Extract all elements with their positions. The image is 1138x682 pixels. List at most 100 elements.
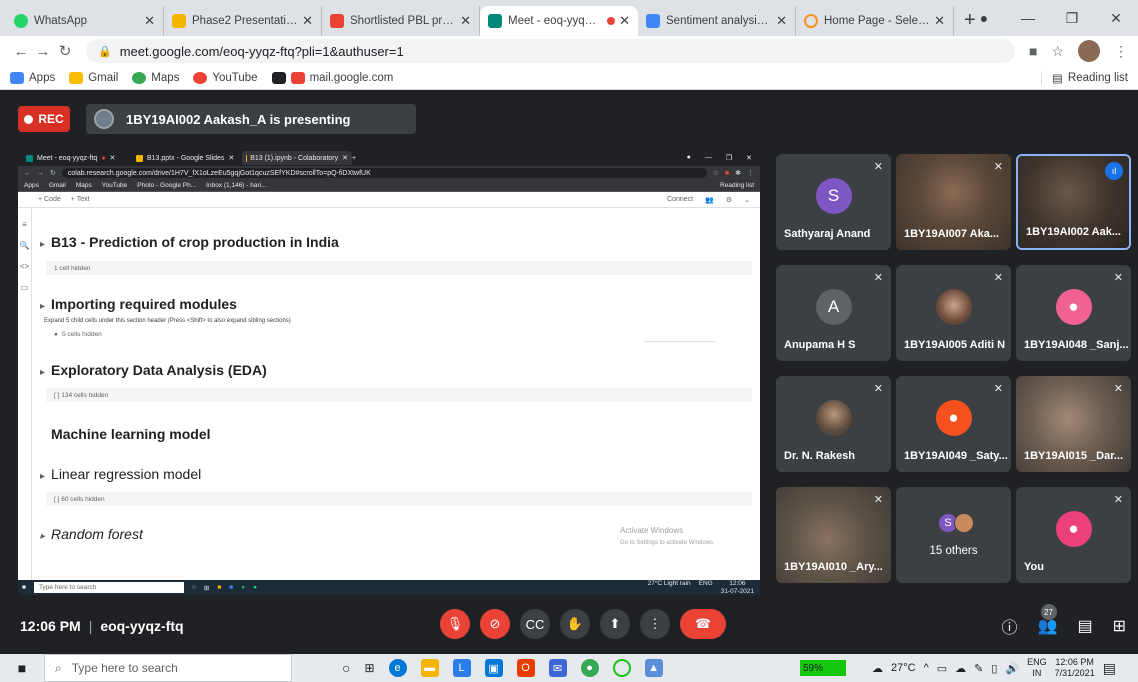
shared-date: 31-07-2021 [720,587,754,595]
mail-app-icon[interactable]: ✉ [548,659,567,677]
participant-tile[interactable]: ✕ 1BY19AI007 Aka... [896,154,1011,250]
bookmark-label: Maps [75,182,92,189]
close-icon[interactable]: ✕ [144,13,155,29]
notification-icon[interactable]: ▤ [1103,660,1116,677]
tab-search-icon[interactable]: ● [962,10,1006,26]
chevron-up-icon[interactable]: ^ [924,662,929,674]
file-explorer-icon[interactable]: ▬ [420,659,439,677]
minimize-icon: — [704,154,712,161]
profile-avatar[interactable] [1078,40,1100,62]
participant-tile-self[interactable]: ✕ ● You [1016,487,1131,583]
presenting-text: 1BY19AI002 Aakash_A is presenting [126,111,351,127]
chat-icon[interactable]: ▤ [1077,616,1092,636]
close-icon[interactable]: ✕ [776,13,787,29]
clock[interactable]: 12:06 PM 7/31/2021 [1055,657,1095,679]
launcher-icon[interactable]: L [452,659,471,677]
mic-toggle-button[interactable]: 🎙 [440,609,470,639]
tab-whatsapp[interactable]: WhatsApp ✕ [6,6,164,36]
maximize-icon[interactable]: ❐ [1050,10,1094,27]
address-bar: ← → ↻ 🔒 meet.google.com/eoq-yyqz-ftq?pli… [0,36,1138,66]
close-window-icon[interactable]: ✕ [1094,10,1138,27]
onedrive-icon[interactable]: ☁ [955,662,966,675]
language-indicator[interactable]: ENG IN [1027,657,1047,679]
url-input[interactable]: 🔒 meet.google.com/eoq-yyqz-ftq?pli=1&aut… [86,39,1015,63]
network-icon[interactable]: ▭ [937,662,947,675]
section-title: Linear regression model [51,466,202,482]
mic-off-icon: ✕ [873,161,883,173]
taskbar-search-input[interactable]: ⌕ Type here to search [44,654,292,682]
bookmark-gmail[interactable]: Gmail [69,71,118,84]
more-options-button[interactable]: ⋮ [640,609,670,639]
back-icon[interactable]: ← [10,43,32,60]
participant-tile[interactable]: ✕ 1BY19AI010 _Ary... [776,487,891,583]
bookmark-apps[interactable]: Apps [10,71,55,84]
present-button[interactable]: ⬆ [600,609,630,639]
tab-home[interactable]: Home Page - Select or crea ✕ [796,6,954,36]
leave-call-button[interactable]: ☎ [680,609,726,639]
windows-logo-icon[interactable]: ■ [0,660,44,676]
store-icon[interactable]: ▣ [484,659,503,677]
participant-name: 1BY19AI010 _Ary... [784,561,883,573]
close-icon[interactable]: ✕ [619,13,630,29]
bookmark-mail[interactable]: mail.google.com [271,71,393,84]
avatar: A [815,289,852,325]
chrome-icon[interactable]: ● [580,659,599,677]
pen-icon[interactable]: ✎ [974,662,983,675]
participant-tile[interactable]: ✕ 1BY19AI005 Aditi N [896,265,1011,361]
recording-badge[interactable]: REC [18,106,70,132]
participant-tile[interactable]: ✕ A Anupama H S [776,265,891,361]
forward-icon[interactable]: → [32,43,54,60]
recording-dot-icon: ● [101,154,106,162]
bookmark-star-icon[interactable]: ☆ [1051,43,1064,60]
close-icon[interactable]: ✕ [460,13,471,29]
battery-icon[interactable]: ▯ [991,662,997,675]
bookmark-youtube[interactable]: YouTube [193,71,258,84]
captions-button[interactable]: CC [520,609,550,639]
participant-tile[interactable]: ✕ ● 1BY19AI049 _Saty... [896,376,1011,472]
participant-name: Sathyaraj Anand [784,228,871,240]
tab-drive[interactable]: Sentiment analysis - Google ✕ [638,6,796,36]
mic-off-icon: ✕ [993,161,1003,173]
tab-gmail[interactable]: Shortlisted PBL projects - 1 ✕ [322,6,480,36]
whatsapp-icon [14,14,28,28]
bookmark-maps[interactable]: Maps [132,71,179,84]
camera-icon[interactable]: ■ [1029,43,1037,59]
mic-off-icon: ✕ [873,494,883,506]
close-icon[interactable]: ✕ [934,13,945,29]
battery-indicator[interactable]: 59% [800,660,846,676]
tab-slides[interactable]: Phase2 Presentation Grp 10 ✕ [164,6,322,36]
participant-tile[interactable]: ✕ S Sathyaraj Anand [776,154,891,250]
reading-list-button[interactable]: ▤ Reading list [1041,70,1128,85]
office-icon[interactable]: O [516,659,535,677]
participant-tile[interactable]: ✕ ● 1BY19AI048 _Sanj... [1016,265,1131,361]
participant-tile[interactable]: ✕ 1BY19AI015 _Dar... [1016,376,1131,472]
shared-tab-label: B13.pptx - Google Slides [147,154,225,162]
menu-icon[interactable]: ⋮ [1114,43,1128,60]
task-view-icon[interactable]: ⊞ [364,661,374,675]
participant-tile-others[interactable]: S 15 others [896,487,1011,583]
battery-text: 59% [803,662,824,674]
camera-off-icon: ⊘ [489,616,501,631]
photos-icon[interactable]: ▲ [644,659,663,677]
info-icon[interactable]: ⓘ [1002,614,1018,638]
camera-toggle-button[interactable]: ⊘ [480,609,510,639]
tab-meet[interactable]: Meet - eoq-yyqz-ftq ✕ [480,6,638,36]
activate-windows-title: Activate Windows [620,526,684,535]
weather-icon[interactable]: ☁ [872,662,883,675]
edge-icon[interactable]: e [388,659,407,677]
region-code: IN [1032,668,1042,678]
section-title: Importing required modules [51,296,237,312]
reload-icon[interactable]: ↻ [54,42,76,60]
raise-hand-button[interactable]: ✋ [560,609,590,639]
people-icon: 👥 [705,196,714,204]
minimize-icon[interactable]: — [1006,10,1050,26]
circle-app-icon[interactable] [612,659,631,677]
close-icon[interactable]: ✕ [302,13,313,29]
volume-icon[interactable]: 🔊 [1005,662,1019,675]
people-button[interactable]: 27 👥 [1038,604,1057,636]
hidden-cells-label: [ ] 60 cells hidden [54,495,105,503]
cortana-icon[interactable]: ○ [342,660,350,676]
activities-icon[interactable]: ⊞ [1113,616,1126,636]
participant-tile[interactable]: ✕ Dr. N. Rakesh [776,376,891,472]
participant-tile-presenter[interactable]: ıl 1BY19AI002 Aak... [1016,154,1131,250]
